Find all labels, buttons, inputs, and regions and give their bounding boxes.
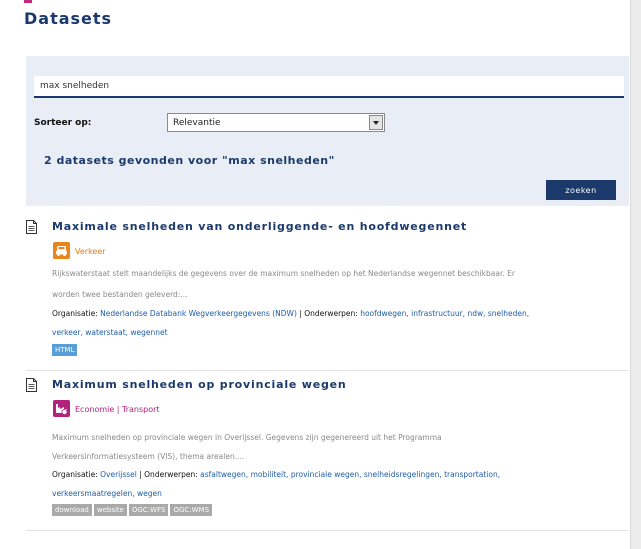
- sort-selected-value: Relevantie: [173, 118, 221, 128]
- search-input[interactable]: [34, 76, 624, 98]
- document-icon: [26, 220, 37, 234]
- organisation-label: Organisatie:: [52, 309, 98, 318]
- subject-links[interactable]: verkeer, waterstaat, wegennet: [52, 328, 168, 337]
- result-description-cont: Verkeersinformatiesysteem (VIS), thema a…: [52, 452, 245, 461]
- separator: |: [139, 470, 142, 479]
- organisation-link[interactable]: Overijssel: [100, 470, 137, 479]
- subject-links[interactable]: hoofdwegen, infrastructuur, ndw, snelhed…: [360, 309, 529, 318]
- organisation-link[interactable]: Nederlandse Databank Wegverkeergegevens …: [100, 309, 297, 318]
- vertical-scrollbar[interactable]: [630, 0, 641, 549]
- result-description: Maximum snelheden op provinciale wegen i…: [52, 433, 442, 442]
- result-item: Maximum snelheden op provinciale wegen E…: [26, 370, 629, 530]
- car-icon: [53, 242, 70, 259]
- subjects-label: Onderwerpen:: [144, 470, 198, 479]
- result-description: Rijkswaterstaat stelt maandelijks de geg…: [52, 269, 515, 278]
- format-badge[interactable]: OGC:WMS: [170, 504, 213, 516]
- result-metadata: Organisatie: Nederlandse Databank Wegver…: [52, 309, 529, 318]
- sort-select[interactable]: Relevantie: [167, 113, 385, 132]
- results-count: 2 datasets gevonden voor "max snelheden": [44, 154, 335, 167]
- result-item: Maximale snelheden van onderliggende- en…: [26, 212, 629, 370]
- organisation-label: Organisatie:: [52, 470, 98, 479]
- format-badge[interactable]: website: [93, 504, 127, 516]
- format-badge[interactable]: download: [52, 504, 92, 516]
- format-badges: HTML: [52, 344, 78, 356]
- subject-links[interactable]: verkeersmaatregelen, wegen: [52, 489, 162, 498]
- page-title: Datasets: [24, 9, 113, 28]
- document-icon: [26, 378, 37, 392]
- result-title-link[interactable]: Maximum snelheden op provinciale wegen: [52, 378, 347, 391]
- theme-link[interactable]: Economie | Transport: [75, 405, 160, 414]
- format-badge[interactable]: HTML: [52, 344, 78, 356]
- brand-accent-bar: [24, 0, 32, 3]
- subject-links[interactable]: asfaltwegen, mobiliteit, provinciale weg…: [200, 470, 500, 479]
- result-metadata-cont: verkeer, waterstaat, wegennet: [52, 328, 168, 337]
- format-badges: download website OGC:WFS OGC:WMS: [52, 504, 213, 516]
- sort-label: Sorteer op:: [34, 118, 92, 128]
- result-metadata: Organisatie: Overijssel | Onderwerpen: a…: [52, 470, 500, 479]
- factory-icon: [53, 400, 70, 417]
- subjects-label: Onderwerpen:: [304, 309, 358, 318]
- format-badge[interactable]: OGC:WFS: [128, 504, 169, 516]
- theme-link[interactable]: Verkeer: [75, 247, 106, 256]
- search-button[interactable]: zoeken: [546, 180, 616, 200]
- result-metadata-cont: verkeersmaatregelen, wegen: [52, 489, 162, 498]
- search-panel: Sorteer op: Relevantie 2 datasets gevond…: [26, 56, 629, 206]
- chevron-down-icon[interactable]: [369, 115, 383, 130]
- separator: |: [299, 309, 302, 318]
- result-title-link[interactable]: Maximale snelheden van onderliggende- en…: [52, 220, 467, 233]
- result-divider: [26, 530, 629, 531]
- result-description-cont: worden twee bestanden geleverd:...: [52, 290, 188, 299]
